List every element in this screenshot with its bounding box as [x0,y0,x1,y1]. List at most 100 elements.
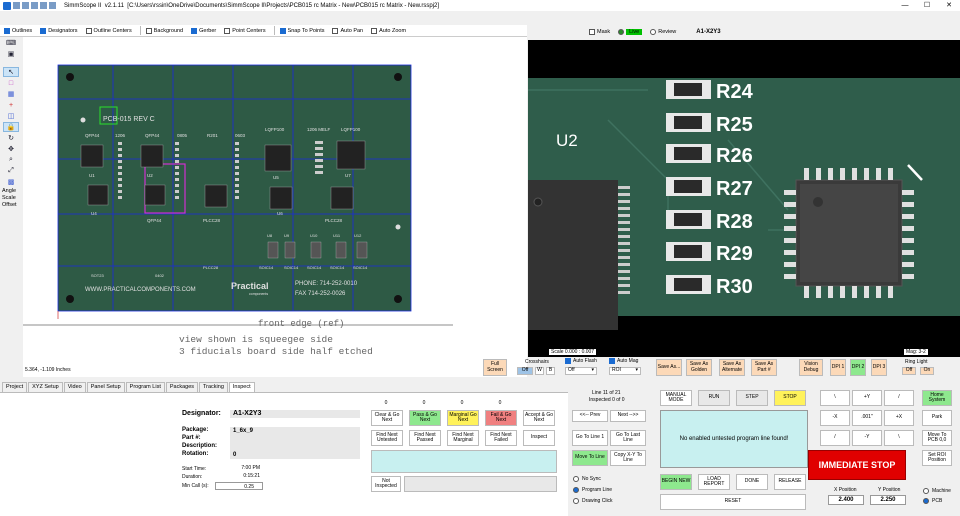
find-next-failed-button[interactable]: Find Next Failed [485,430,517,446]
tab-tracking[interactable]: Tracking [199,382,228,392]
drawing-click-radio[interactable]: Drawing Click [573,498,613,504]
zoom-icon[interactable]: ⌕ [3,155,19,165]
crosshairs-off-button[interactable]: Off [517,367,533,375]
done-button[interactable]: DONE [736,474,768,490]
find-next-passed-button[interactable]: Find Next Passed [409,430,441,446]
load-report-button[interactable]: LOAD REPORT [698,474,730,490]
tab-inspect[interactable]: Inspect [228,382,255,392]
dpi-3-button[interactable]: DPI 3 [871,359,887,376]
begin-new-button[interactable]: BEGIN NEW [660,474,692,490]
outline-centers-checkbox[interactable]: Outline Centers [85,27,132,34]
move-to-line-button[interactable]: Move To Line [572,450,608,466]
dpi-1-button[interactable]: DPI 1 [830,359,846,376]
go-to-first-button[interactable]: Go To Line 1 [572,430,608,446]
prev-button[interactable]: <<-- Prev [572,410,608,422]
review-radio[interactable]: Review [650,29,676,35]
jog-minus-x-button[interactable]: -X [820,410,850,426]
new-file-icon[interactable] [13,2,20,9]
crosshairs-white-button[interactable]: W [535,367,544,375]
ring-light-on-button[interactable]: On [920,367,934,375]
immediate-stop-button[interactable]: IMMEDIATE STOP [808,450,906,480]
jog-back-left-button[interactable]: \ [820,390,850,406]
ring-light-off-button[interactable]: Off [902,367,916,375]
minimize-button[interactable]: — [894,0,916,11]
pcb-radio[interactable]: PCB [923,498,942,504]
tab-xyz-setup[interactable]: XYZ Setup [28,382,63,392]
auto-flash-checkbox[interactable]: Auto Flash [565,358,597,364]
settings-icon[interactable] [40,2,47,9]
stop-button[interactable]: STOP [774,390,806,406]
save-part-button[interactable]: Save As Part # [751,359,777,376]
machine-radio[interactable]: Machine [923,488,951,494]
marginal-go-next-button[interactable]: Marginal Go Next [447,410,479,426]
add-point-icon[interactable]: + [3,100,19,110]
offset-label[interactable]: Offset [2,202,21,208]
tab-video[interactable]: Video [63,382,86,392]
auto-mag-checkbox[interactable]: Auto Mag [609,358,638,364]
run-button[interactable]: RUN [698,390,730,406]
live-radio[interactable]: Live [618,29,643,35]
next-button[interactable]: Next -->> [610,410,646,422]
pass-go-next-button[interactable]: Pass & Go Next [409,410,441,426]
layer-select-icon[interactable]: ▣ [3,49,19,59]
pan-icon[interactable]: ✥ [3,144,19,154]
point-centers-checkbox[interactable]: Point Centers [224,27,266,34]
designators-checkbox[interactable]: Designators [40,27,78,34]
background-checkbox[interactable]: Background [145,27,183,34]
rotate-icon[interactable]: ↻ [3,133,19,143]
close-button[interactable]: ✕ [938,0,960,11]
full-screen-button[interactable]: Full Screen [483,359,507,376]
save-alternate-button[interactable]: Save As Alternate [719,359,745,376]
grid-icon[interactable] [49,2,56,9]
select-area-icon[interactable]: ▦ [3,89,19,99]
fit-icon[interactable]: ⤢ [3,166,19,176]
save-golden-button[interactable]: Save As Golden [686,359,712,376]
camera-live-view[interactable]: R24 R25 R26 R27 R28 R29 R30 U2 [528,40,960,357]
jog-plus-x-button[interactable]: +X [884,410,914,426]
auto-zoom-checkbox[interactable]: Auto Zoom [371,27,406,34]
save-icon[interactable] [31,2,38,9]
pointer-icon[interactable]: ↖ [3,67,19,77]
no-sync-radio[interactable]: No Sync [573,476,601,482]
park-button[interactable]: Park [922,410,952,426]
mask-checkbox[interactable]: Mask [589,29,610,35]
flash-select[interactable]: Off ▾ [565,367,597,375]
auto-pan-checkbox[interactable]: Auto Pan [332,27,363,34]
angle-label[interactable]: Angle [2,188,21,194]
image-icon[interactable]: ▩ [3,177,19,187]
open-folder-icon[interactable] [22,2,29,9]
select-rect-icon[interactable]: □ [3,78,19,88]
jog-back-right-button[interactable]: \ [884,430,914,446]
vision-debug-button[interactable]: Vision Debug [799,359,823,376]
find-next-marginal-button[interactable]: Find Next Marginal [447,430,479,446]
go-to-last-button[interactable]: Go To Last Line [610,430,646,446]
jog-fwd-left-button[interactable]: / [820,430,850,446]
jog-fwd-right-button[interactable]: / [884,390,914,406]
release-button[interactable]: RELEASE [774,474,806,490]
program-line-radio[interactable]: Program Line [573,487,612,493]
clear-go-next-button[interactable]: Clear & Go Next [371,410,403,426]
lock-icon[interactable]: 🔒 [3,122,19,132]
jog-step-size-button[interactable]: .001" [852,410,882,426]
save-as-button[interactable]: Save As... [656,359,682,376]
move-to-pcb-origin-button[interactable]: Move To PCB 0,0 [922,430,952,446]
jog-plus-y-button[interactable]: +Y [852,390,882,406]
dpi-2-button[interactable]: DPI 2 [850,359,866,376]
copy-xy-button[interactable]: Copy X-Y To Line [610,450,646,466]
step-button[interactable]: STEP [736,390,768,406]
pcb-layout-view[interactable]: PCB-015 REV C QFP44 1206 QFP44 0805 R201… [23,37,527,377]
outlines-checkbox[interactable]: Outlines [4,27,32,34]
gerber-checkbox[interactable]: Gerber [191,27,216,34]
maximize-button[interactable]: ☐ [916,0,938,11]
inspect-button[interactable]: Inspect [523,430,555,446]
frame-icon[interactable]: ◫ [3,111,19,121]
manual-mode-button[interactable]: MANUAL MODE [660,390,692,406]
crosshairs-black-button[interactable]: B [546,367,555,375]
mag-select[interactable]: ROI ▾ [609,367,641,375]
scale-label[interactable]: Scale [2,195,21,201]
fail-go-next-button[interactable]: Fail & Go Next [485,410,517,426]
reset-button[interactable]: RESET [660,494,806,510]
keyboard-icon[interactable]: ⌨ [3,38,19,48]
min-call-input[interactable]: 0.25 [215,482,263,490]
tab-program-list[interactable]: Program List [125,382,165,392]
